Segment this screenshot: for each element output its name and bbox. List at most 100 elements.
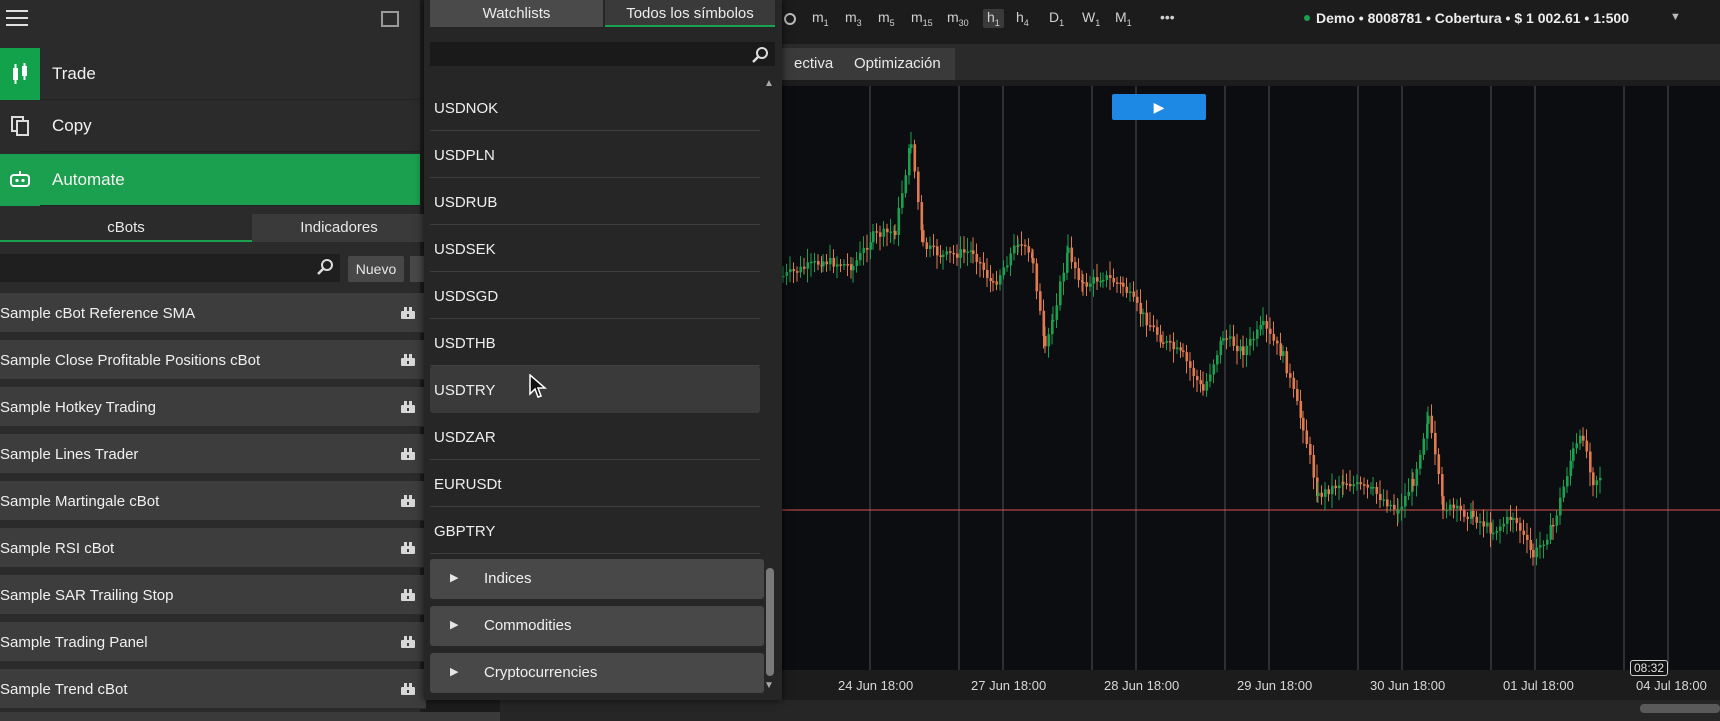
symbol-row[interactable]: USDRUB [430, 178, 760, 225]
chevron-down-icon[interactable]: ▼ [1670, 11, 1681, 23]
maximize-icon[interactable] [381, 11, 399, 27]
dropdown-scrollbar-thumb[interactable] [766, 568, 774, 676]
timeframe-m30[interactable]: m30 [947, 9, 969, 28]
cbots-search-input[interactable] [0, 254, 340, 282]
category-row[interactable]: ▶ Commodities [430, 606, 764, 646]
more-timeframes-button[interactable]: ••• [1160, 9, 1175, 25]
scrollbar-thumb[interactable] [1640, 704, 1720, 713]
timeframe-main: D [1049, 9, 1060, 25]
account-info[interactable]: Demo • 8008781 • Cobertura • $ 1 002.61 … [1316, 10, 1629, 26]
category-row[interactable]: ▶ Indices [430, 559, 764, 599]
timeframe-W1[interactable]: W1 [1082, 9, 1100, 28]
candle-body [1437, 454, 1441, 475]
bot-list-item[interactable]: Sample SAR Trailing Stop [0, 575, 426, 615]
new-button[interactable]: Nuevo [348, 256, 404, 282]
candle-body [839, 264, 843, 266]
scroll-up-icon[interactable]: ▲ [764, 78, 774, 89]
bot-list-item[interactable]: Sample Close Profitable Positions cBot [0, 340, 426, 380]
candle-body [1142, 312, 1145, 315]
candle-body [1342, 481, 1345, 484]
time-badge: 08:32 [1630, 660, 1669, 676]
symbol-search-input[interactable] [430, 42, 775, 66]
candle-body [1466, 516, 1470, 519]
bot-list-item[interactable]: Sample Trend cBot [0, 669, 426, 709]
candle-body [882, 228, 886, 237]
symbol-row[interactable]: USDTHB [430, 319, 760, 366]
bot-list-item[interactable]: Sample RSI cBot [0, 528, 426, 568]
nav-trade[interactable]: Trade [0, 48, 420, 100]
timeframe-sub: 15 [922, 17, 933, 28]
candle-body [1320, 492, 1324, 497]
play-button[interactable]: ▶ [1112, 94, 1206, 120]
timeframe-h1[interactable]: h1 [983, 9, 1004, 28]
robot-icon[interactable] [399, 681, 417, 697]
candle-body [1085, 282, 1089, 287]
symbol-row[interactable]: USDSGD [430, 272, 760, 319]
candle-body [1515, 517, 1519, 524]
timeframe-h4[interactable]: h4 [1016, 9, 1029, 28]
tab-indicadores[interactable]: Indicadores [252, 214, 426, 242]
symbol-row[interactable]: USDNOK [430, 84, 760, 131]
candle-body [1526, 534, 1529, 540]
hamburger-menu-icon[interactable] [6, 10, 28, 26]
scroll-down-icon[interactable]: ▼ [764, 680, 774, 691]
timeframe-m5[interactable]: m5 [878, 9, 895, 28]
timeframe-m1[interactable]: m1 [812, 9, 829, 28]
symbol-row[interactable]: USDZAR [430, 413, 760, 460]
timeframe-m15[interactable]: m15 [911, 9, 933, 28]
candle-body [1582, 435, 1585, 441]
tab-efectiva[interactable]: ectiva [782, 48, 848, 80]
bot-list-item[interactable]: Sample Martingale cBot [0, 481, 426, 521]
candle-body [1156, 327, 1159, 335]
category-row[interactable]: ▶ Cryptocurrencies [430, 653, 764, 693]
symbol-row[interactable]: USDPLN [430, 131, 760, 178]
tab-cbots[interactable]: cBots [0, 214, 252, 242]
bot-list-item[interactable]: Sample cBot Reference SMA [0, 293, 426, 333]
candle-body [832, 257, 836, 267]
candle-body [1463, 510, 1466, 517]
candle-body [1592, 472, 1595, 486]
robot-icon[interactable] [399, 352, 417, 368]
candle-body [1035, 263, 1039, 292]
symbol-row[interactable]: USDSEK [430, 225, 760, 272]
bot-list-item[interactable]: Sample Trading Panel [0, 622, 426, 662]
candle-body [1099, 280, 1103, 283]
settings-icon[interactable] [782, 10, 798, 28]
candle-body [1169, 341, 1172, 343]
timeframe-M1[interactable]: M1 [1115, 9, 1132, 28]
robot-icon[interactable] [399, 587, 417, 603]
candle-body [1292, 377, 1296, 389]
robot-icon[interactable] [399, 540, 417, 556]
symbol-row[interactable]: EURUSDt [430, 460, 760, 507]
candle-body [1139, 302, 1143, 314]
timeframe-m3[interactable]: m3 [845, 9, 862, 28]
nav-copy[interactable]: Copy [0, 100, 420, 152]
bot-list-item[interactable]: Sample Lines Trader [0, 434, 426, 474]
price-chart[interactable] [782, 86, 1720, 670]
nav-automate-label: Automate [52, 170, 125, 189]
candle-body [1442, 496, 1445, 511]
candle-body [1185, 352, 1189, 362]
tab-optimizacion[interactable]: Optimización [840, 48, 955, 80]
robot-icon[interactable] [399, 446, 417, 462]
symbol-row[interactable]: USDTRY [430, 366, 760, 413]
candlestick-chart [782, 86, 1720, 670]
tab-watchlists[interactable]: Watchlists [430, 0, 603, 27]
time-axis-label: 24 Jun 18:00 [838, 678, 914, 693]
chart-horizontal-scrollbar[interactable] [500, 700, 1720, 721]
tab-all-symbols[interactable]: Todos los símbolos [605, 0, 775, 27]
candle-body [1393, 504, 1396, 510]
candle-body [1305, 430, 1309, 444]
bot-list-item[interactable]: Sample Hotkey Trading [0, 387, 426, 427]
robot-icon[interactable] [399, 634, 417, 650]
candle-body [1209, 374, 1212, 382]
candle-body [1062, 272, 1066, 282]
robot-icon[interactable] [399, 493, 417, 509]
symbol-row[interactable]: GBPTRY [430, 507, 760, 554]
candle-body [866, 247, 869, 250]
candle-body [1225, 338, 1229, 340]
robot-icon[interactable] [399, 399, 417, 415]
timeframe-D1[interactable]: D1 [1049, 9, 1064, 28]
robot-icon[interactable] [399, 305, 417, 321]
nav-automate[interactable]: Automate [0, 154, 420, 206]
